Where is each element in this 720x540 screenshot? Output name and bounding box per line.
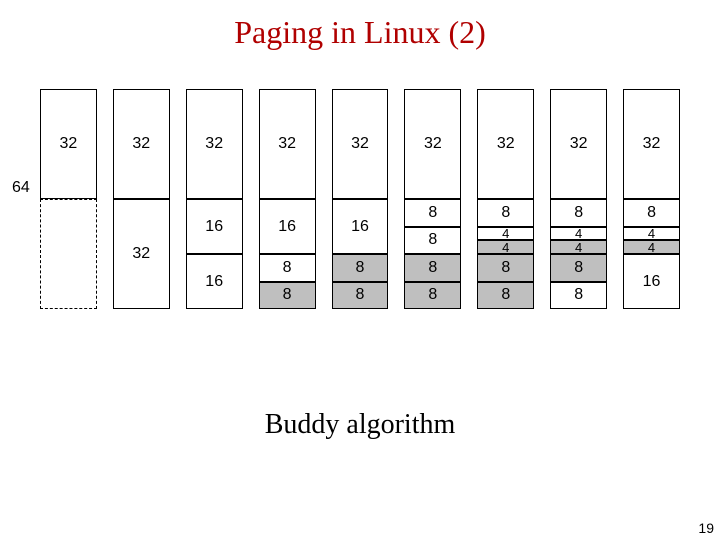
block-4-3: 8	[332, 282, 389, 310]
block-0-1	[40, 199, 97, 309]
column-5: 328888	[404, 89, 461, 309]
block-4-2: 8	[332, 254, 389, 282]
block-5-0: 32	[404, 89, 461, 199]
buddy-chart: 64 3232323216163216883216883288883284488…	[40, 79, 680, 309]
block-6-1: 8	[477, 199, 534, 227]
column-8: 3284416	[623, 89, 680, 309]
column-6: 3284488	[477, 89, 534, 309]
block-2-0: 32	[186, 89, 243, 199]
block-6-5: 8	[477, 282, 534, 310]
block-1-1: 32	[113, 199, 170, 309]
block-2-2: 16	[186, 254, 243, 309]
label-64: 64	[12, 179, 30, 197]
block-7-3: 4	[550, 240, 607, 254]
block-1-0: 32	[113, 89, 170, 199]
column-2: 321616	[186, 89, 243, 309]
block-8-2: 4	[623, 227, 680, 241]
block-4-1: 16	[332, 199, 389, 254]
column-7: 3284488	[550, 89, 607, 309]
block-3-2: 8	[259, 254, 316, 282]
block-7-5: 8	[550, 282, 607, 310]
column-1: 3232	[113, 89, 170, 309]
column-0: 32	[40, 89, 97, 309]
block-6-2: 4	[477, 227, 534, 241]
block-3-0: 32	[259, 89, 316, 199]
page-title: Paging in Linux (2)	[0, 0, 720, 51]
block-7-0: 32	[550, 89, 607, 199]
block-3-3: 8	[259, 282, 316, 310]
block-7-2: 4	[550, 227, 607, 241]
block-7-1: 8	[550, 199, 607, 227]
block-8-1: 8	[623, 199, 680, 227]
block-8-0: 32	[623, 89, 680, 199]
block-8-4: 16	[623, 254, 680, 309]
block-5-2: 8	[404, 227, 461, 255]
block-0-0: 32	[40, 89, 97, 199]
caption: Buddy algorithm	[0, 409, 720, 441]
block-3-1: 16	[259, 199, 316, 254]
page-number: 19	[698, 520, 714, 536]
column-3: 321688	[259, 89, 316, 309]
column-4: 321688	[332, 89, 389, 309]
block-6-3: 4	[477, 240, 534, 254]
block-5-4: 8	[404, 282, 461, 310]
block-6-0: 32	[477, 89, 534, 199]
block-4-0: 32	[332, 89, 389, 199]
block-8-3: 4	[623, 240, 680, 254]
block-7-4: 8	[550, 254, 607, 282]
block-5-3: 8	[404, 254, 461, 282]
block-5-1: 8	[404, 199, 461, 227]
block-2-1: 16	[186, 199, 243, 254]
block-6-4: 8	[477, 254, 534, 282]
